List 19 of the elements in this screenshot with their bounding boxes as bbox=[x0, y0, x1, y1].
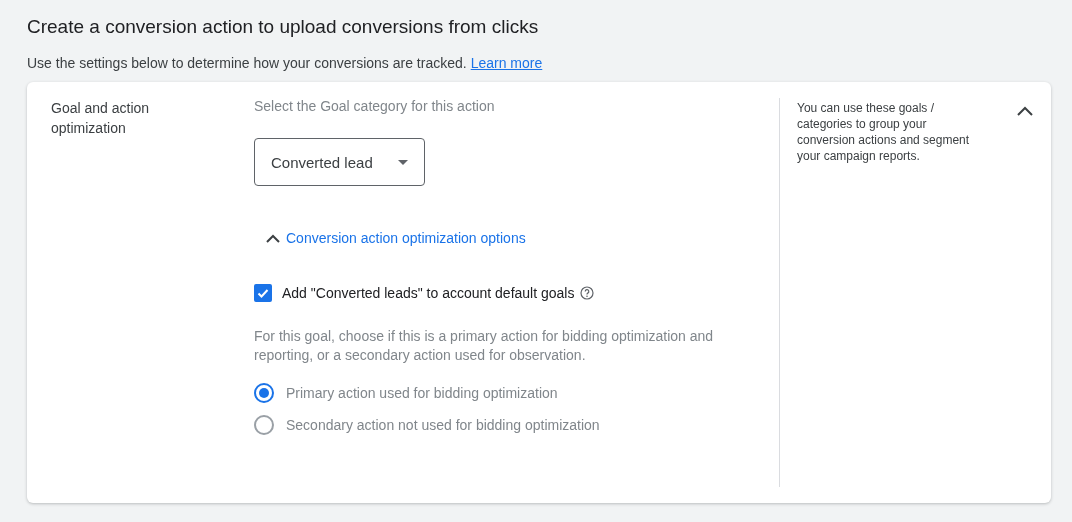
learn-more-link[interactable]: Learn more bbox=[470, 55, 543, 71]
optimization-options-toggle[interactable]: Conversion action optimization options bbox=[266, 230, 526, 246]
checkbox-label: Add "Converted leads" to account default goals bbox=[282, 285, 575, 301]
help-text: You can use these goals / categories to group your conversion actions and segment your campaign reports. bbox=[797, 100, 971, 164]
chevron-icon bbox=[266, 233, 280, 243]
help-icon[interactable] bbox=[580, 286, 595, 300]
page-description: Use the settings below to determine how your conversions are tracked. bbox=[27, 55, 467, 71]
category-prompt: Select the Goal category for this action bbox=[254, 98, 495, 114]
action-description: For this goal, choose if this is a primary action for bidding optimization and reporting, or a secondary action used for observation. bbox=[254, 327, 715, 365]
page-title: Create a conversion action to upload conversions from clicks bbox=[27, 16, 540, 38]
default-goal-checkbox[interactable] bbox=[254, 284, 272, 302]
radio-label: Secondary action not used for bidding optimization bbox=[286, 417, 600, 433]
radio-button[interactable] bbox=[254, 415, 274, 435]
collapse-chevron-icon[interactable] bbox=[1017, 106, 1033, 116]
section-label: Goal and action optimization bbox=[51, 99, 151, 138]
radio-label: Primary action used for bidding optimization bbox=[286, 385, 558, 401]
category-dropdown[interactable]: Converted lead bbox=[254, 138, 425, 186]
radio-button[interactable] bbox=[254, 383, 274, 403]
dropdown-caret-icon bbox=[398, 159, 408, 165]
